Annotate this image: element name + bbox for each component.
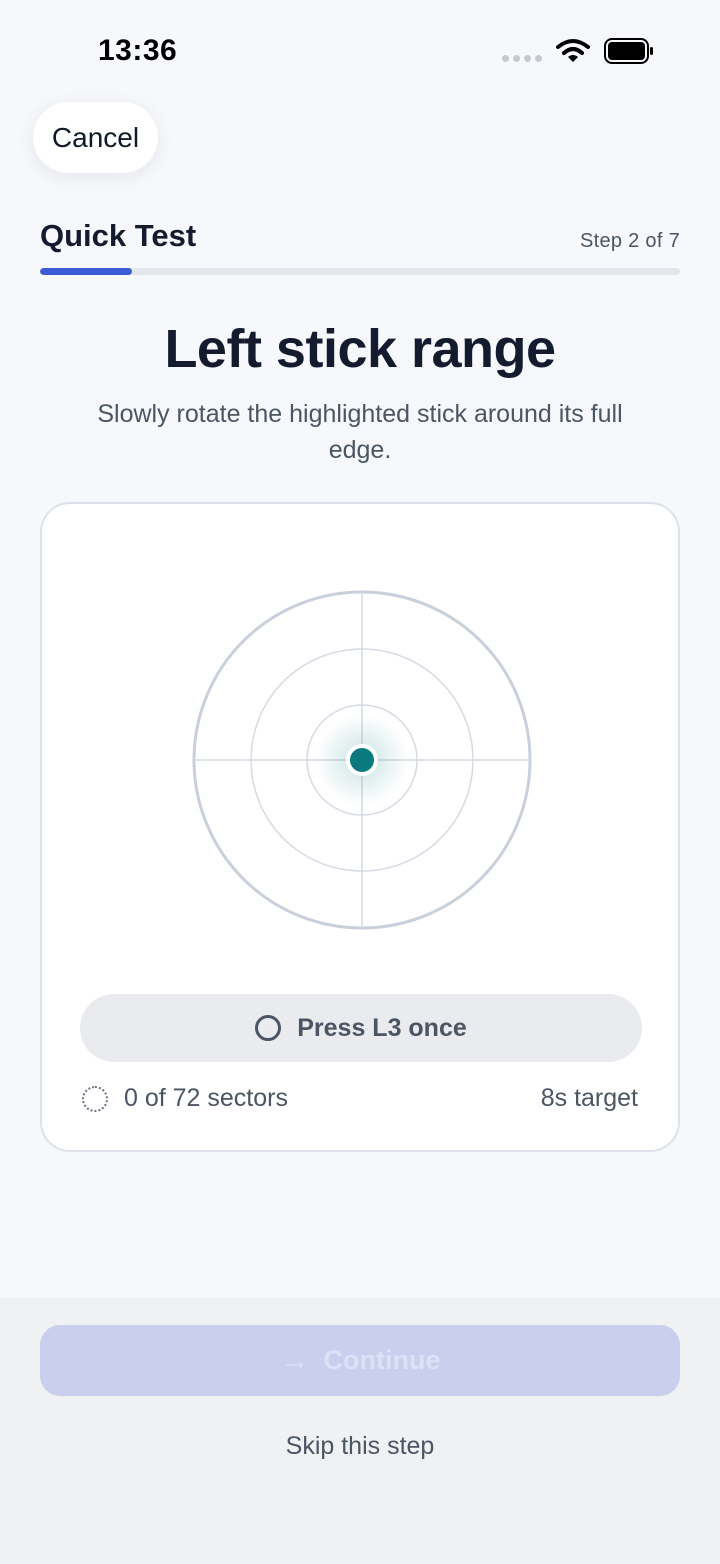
page-subtitle: Slowly rotate the highlighted stick arou…	[97, 400, 623, 464]
battery-icon	[604, 38, 653, 64]
sector-progress: 0 of 72 sectors	[82, 1084, 288, 1113]
skip-step-link[interactable]: Skip this step	[0, 1432, 720, 1461]
cellular-signal-icon	[502, 54, 542, 62]
screen: 13:36 Cancel Quick Test Step 2 of 7 Left…	[0, 0, 720, 1564]
footer: → Continue Skip this step	[0, 1298, 720, 1564]
status-bar: 13:36	[0, 0, 720, 104]
time-target: 8s target	[540, 1084, 638, 1112]
status-time: 13:36	[98, 34, 178, 67]
continue-label: Continue	[323, 1345, 441, 1375]
stick-position-dot-core	[350, 748, 374, 772]
press-l3-label: Press L3 once	[297, 1013, 467, 1042]
stick-test-card: Press L3 once 0 of 72 sectors 8s target	[40, 502, 680, 1152]
stick-range-visual	[192, 590, 532, 930]
page-title: Left stick range	[164, 319, 556, 379]
wifi-icon	[556, 39, 590, 62]
status-icons	[502, 38, 654, 64]
press-l3-button[interactable]: Press L3 once	[80, 994, 642, 1062]
cancel-button[interactable]: Cancel	[33, 102, 158, 173]
ring-icon	[255, 1015, 282, 1041]
continue-button[interactable]: → Continue	[40, 1325, 680, 1396]
sector-count: 0 of 72 sectors	[124, 1084, 288, 1112]
step-indicator: Step 2 of 7	[579, 230, 680, 252]
test-title: Quick Test	[40, 218, 197, 253]
progress-bar	[40, 268, 680, 275]
progress-fill	[40, 268, 132, 275]
dotted-ring-icon	[82, 1085, 108, 1112]
arrow-right-icon: →	[279, 1343, 310, 1377]
